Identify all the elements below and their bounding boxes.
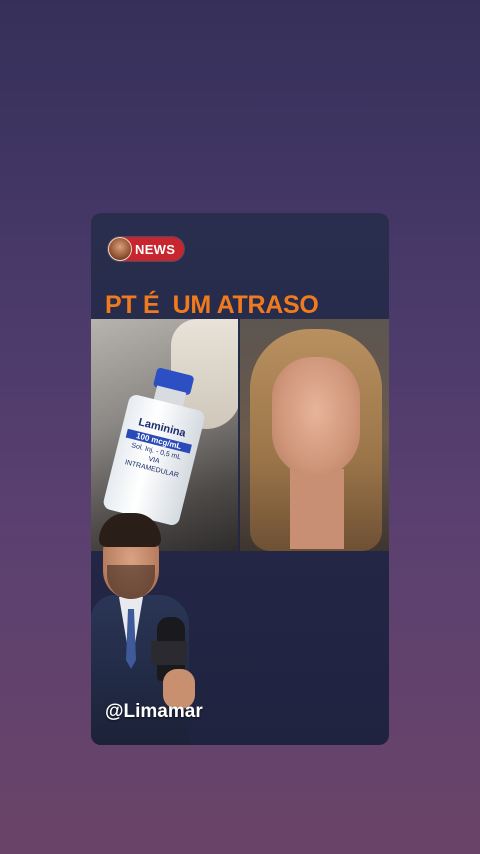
channel-handle[interactable]: @Limamar <box>105 701 203 723</box>
vial-body: Laminina 100 mcg/mL Sol. Inj. - 0,5 mL V… <box>101 393 207 527</box>
mic-flag <box>151 641 187 665</box>
presenter-hair <box>99 513 161 547</box>
video-card[interactable]: NEWS PT É UM ATRASO Laminina 100 mcg/mL … <box>91 213 389 745</box>
vial-label: Laminina 100 mcg/mL Sol. Inj. - 0,5 mL V… <box>119 414 196 481</box>
woman-face <box>272 357 360 477</box>
news-badge-label: NEWS <box>135 241 176 257</box>
woman-neck <box>290 469 344 549</box>
channel-avatar <box>108 237 132 261</box>
woman-photo <box>240 319 389 551</box>
news-badge: NEWS <box>108 237 184 261</box>
vial-image: Laminina 100 mcg/mL Sol. Inj. - 0,5 mL V… <box>94 360 218 527</box>
headline: PT É UM ATRASO <box>105 291 319 319</box>
